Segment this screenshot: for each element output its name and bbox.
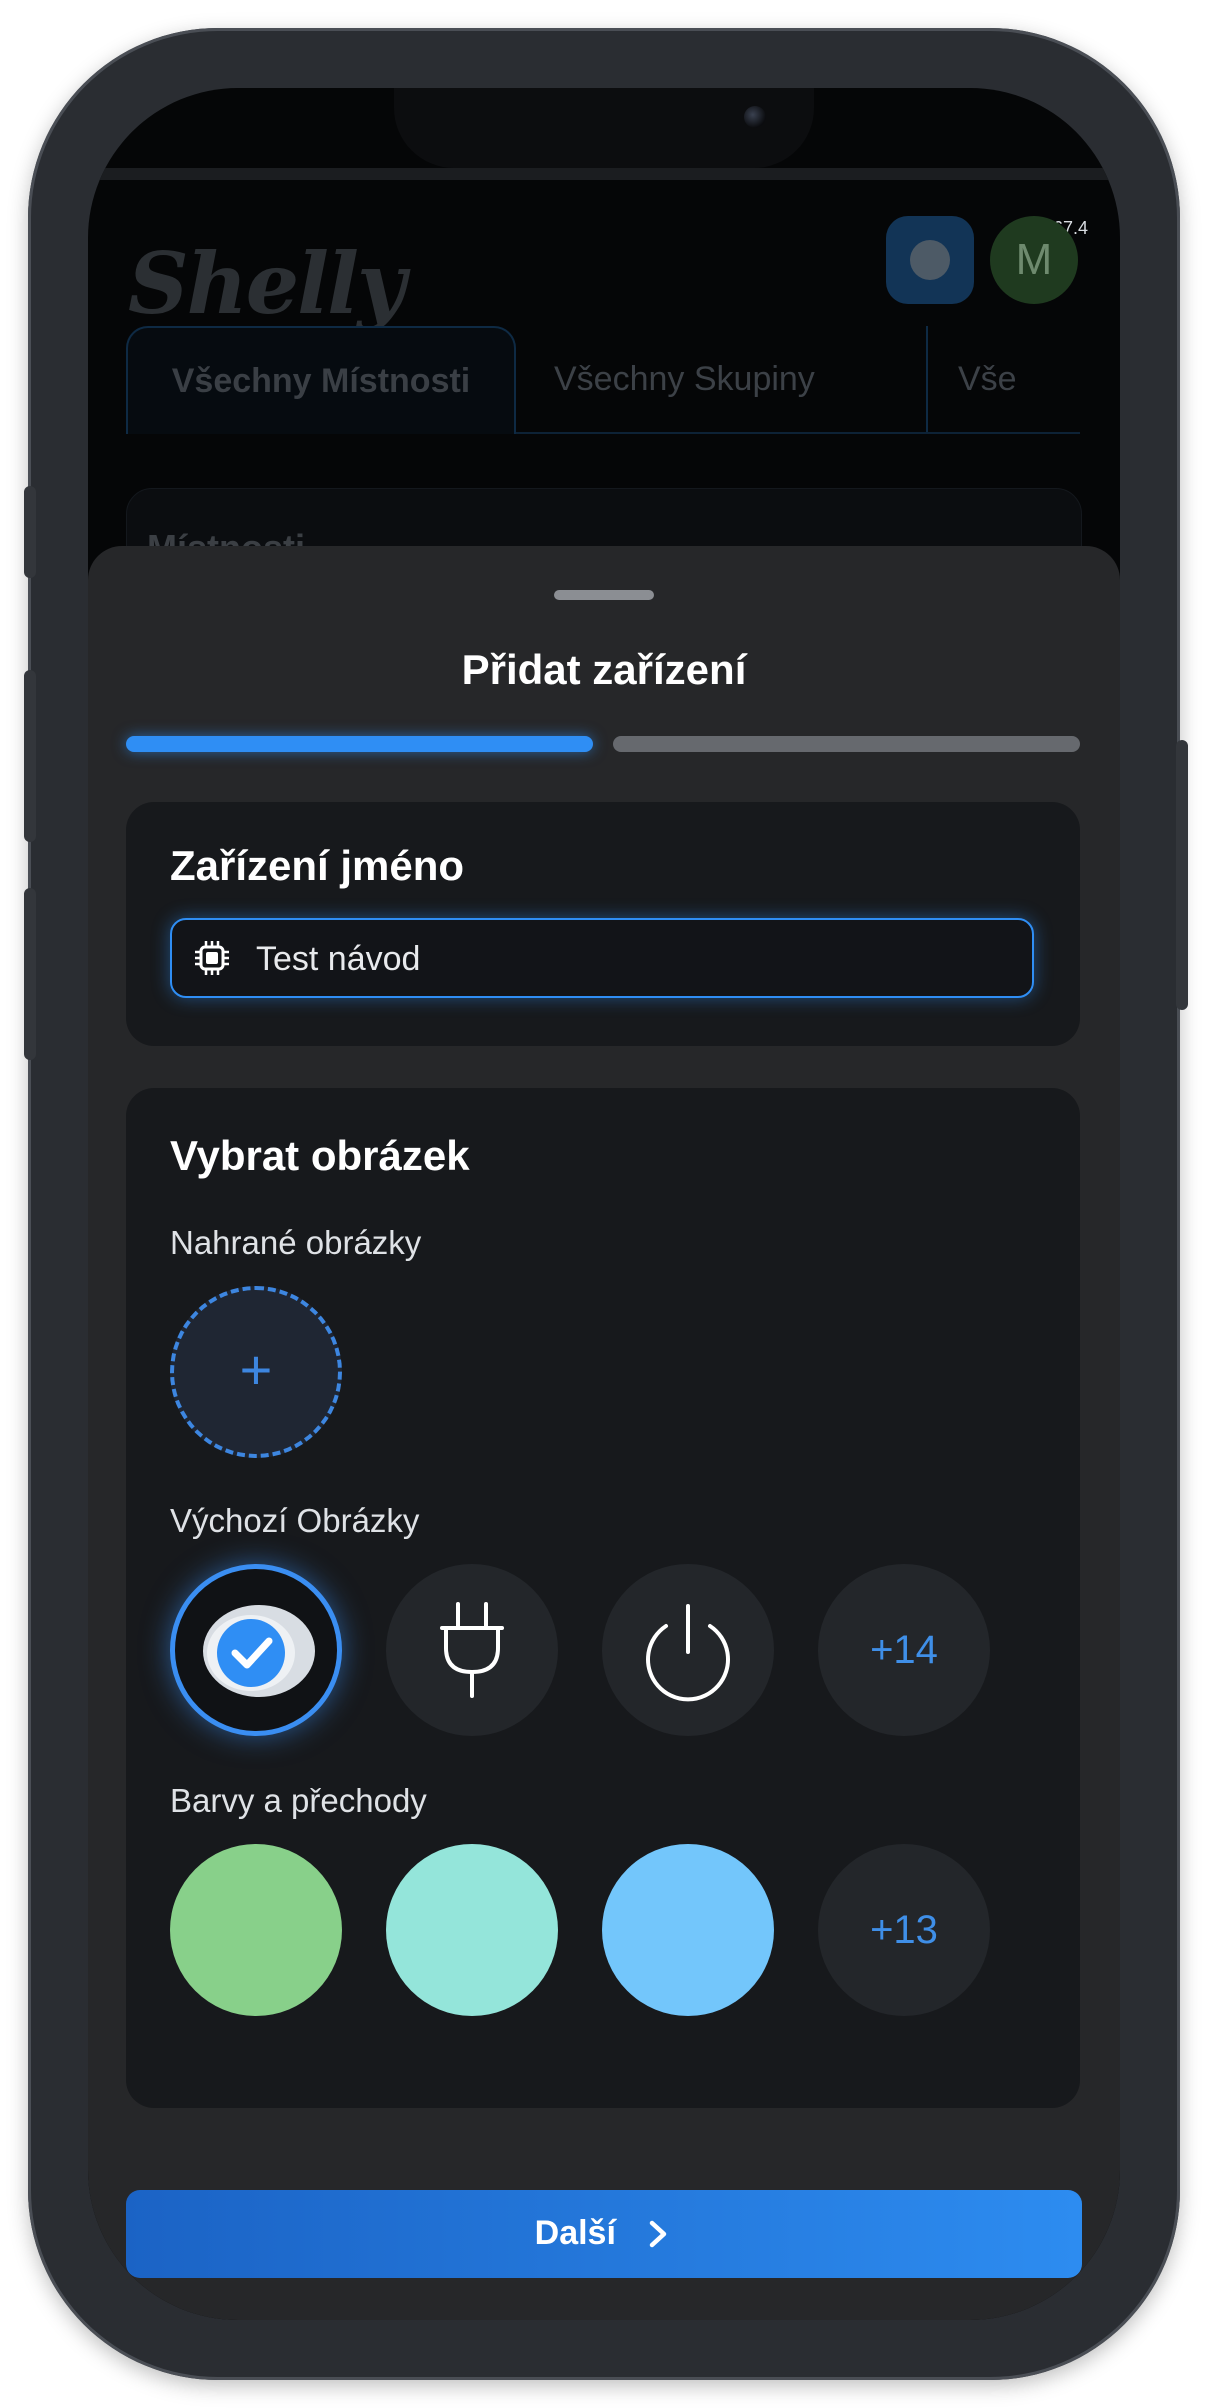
room-tabs: Všechny Místnosti Všechny Skupiny Vše	[126, 326, 1080, 434]
colors-label: Barvy a přechody	[170, 1782, 427, 1819]
add-device-sheet: Přidat zařízení Zařízení jméno Test návo…	[88, 546, 1120, 2320]
chevron-right-icon	[650, 2220, 667, 2248]
tab-all-devices[interactable]: Vše	[926, 326, 1080, 432]
settings-button[interactable]	[886, 216, 974, 304]
default-image-power[interactable]	[602, 1564, 774, 1736]
mute-switch	[24, 486, 36, 578]
device-name-title: Zařízení jméno	[170, 842, 465, 889]
device-name-input[interactable]: Test návod	[170, 918, 1034, 998]
next-button-label: Další	[534, 2214, 616, 2252]
volume-down-button	[24, 888, 36, 1060]
default-image-1-selected[interactable]	[170, 1564, 342, 1736]
color-swatch-teal[interactable]	[386, 1844, 558, 2016]
device-name-card: Zařízení jméno Test návod	[126, 802, 1080, 1046]
color-swatch-green[interactable]	[170, 1844, 342, 2016]
volume-up-button	[24, 670, 36, 842]
step-progress	[126, 736, 1080, 752]
more-default-images-button[interactable]: +14	[818, 1564, 990, 1736]
image-select-card: Vybrat obrázek Nahrané obrázky + Výchozí…	[126, 1088, 1080, 2108]
device-name-value: Test návod	[256, 940, 421, 978]
gear-icon	[910, 240, 950, 280]
device-image-icon	[203, 1605, 315, 1697]
next-button-content: Další	[126, 2214, 1082, 2253]
tab-all-rooms[interactable]: Všechny Místnosti	[126, 326, 516, 434]
power-icon	[646, 1604, 730, 1702]
progress-fill	[126, 736, 593, 752]
plug-icon	[440, 1602, 504, 1698]
tab-all-groups[interactable]: Všechny Skupiny	[554, 326, 815, 432]
image-select-title: Vybrat obrázek	[170, 1132, 470, 1179]
default-image-plug[interactable]	[386, 1564, 558, 1736]
power-button	[1176, 740, 1188, 1010]
more-colors-button[interactable]: +13	[818, 1844, 990, 2016]
color-swatch-blue[interactable]	[602, 1844, 774, 2016]
progress-remaining	[613, 736, 1080, 752]
next-button[interactable]: Další	[126, 2190, 1082, 2278]
screen: 3.67.4 Shelly M Všechny Místnosti Všechn…	[88, 88, 1120, 2320]
sheet-title: Přidat zařízení	[461, 646, 747, 693]
drag-handle[interactable]	[554, 590, 654, 600]
default-images-label: Výchozí Obrázky	[170, 1502, 420, 1539]
shelly-logo: Shelly	[128, 234, 406, 333]
upload-image-button[interactable]: +	[170, 1286, 342, 1458]
chip-icon	[195, 941, 229, 975]
avatar[interactable]: M	[990, 216, 1078, 304]
uploaded-images-label: Nahrané obrázky	[170, 1224, 422, 1261]
plus-icon: +	[239, 1338, 273, 1401]
